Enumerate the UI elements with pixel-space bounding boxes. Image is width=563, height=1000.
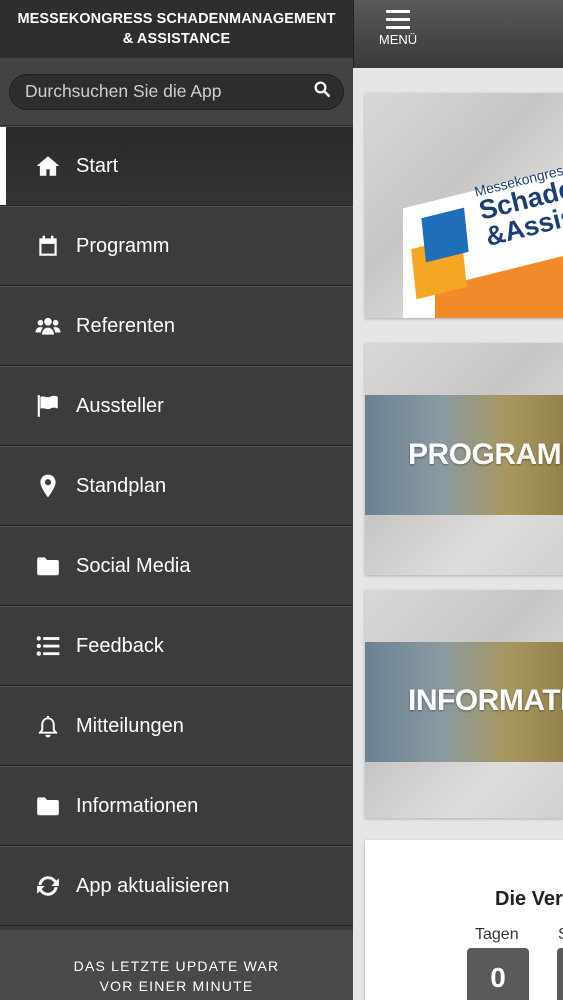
programm-tile[interactable]: PROGRAMM: [365, 343, 563, 575]
search-icon[interactable]: [313, 80, 331, 103]
sidebar-item-label: Referenten: [76, 314, 175, 337]
countdown-widget: Die Ver Tagen S 0: [365, 840, 563, 1000]
menu-button-label: MENÜ: [378, 32, 418, 47]
sidebar-item-programm[interactable]: Programm: [0, 206, 353, 286]
list-icon: [35, 633, 61, 659]
countdown-days-value: 0: [467, 948, 529, 1000]
programm-tile-label: PROGRAMM: [408, 438, 563, 471]
sidebar-menu: MESSEKONGRESS SCHADENMANAGEMENT & ASSIST…: [0, 0, 353, 1000]
last-update-status: DAS LETZTE UPDATE WAR VOR EINER MINUTE: [0, 930, 353, 1000]
map-marker-icon: [35, 473, 61, 499]
sidebar-item-label: Feedback: [76, 634, 164, 657]
bell-icon: [35, 713, 61, 739]
information-tile-label: INFORMATION: [408, 684, 563, 717]
app-title: MESSEKONGRESS SCHADENMANAGEMENT & ASSIST…: [0, 0, 353, 58]
countdown-next-label: S: [558, 926, 563, 944]
main-content: Messekongress Schaden &Assist PROGRAMM I…: [353, 68, 563, 1000]
sidebar-item-app-aktualisieren[interactable]: App aktualisieren: [0, 846, 353, 926]
event-logo: Messekongress Schaden &Assist: [473, 158, 563, 252]
sidebar-item-label: Social Media: [76, 554, 191, 577]
sidebar-item-label: Mitteilungen: [76, 714, 184, 737]
home-icon: [35, 153, 61, 179]
countdown-next-value: [557, 948, 563, 1000]
sidebar-item-label: Standplan: [76, 474, 167, 497]
sidebar-item-mitteilungen[interactable]: Mitteilungen: [0, 686, 353, 766]
flag-icon: [35, 393, 61, 419]
search-input[interactable]: [25, 81, 313, 102]
sidebar-item-label: Programm: [76, 234, 170, 257]
folder-icon: [35, 553, 61, 579]
last-update-line2: VOR EINER MINUTE: [99, 978, 254, 994]
users-icon: [35, 313, 61, 339]
sidebar-item-informationen[interactable]: Informationen: [0, 766, 353, 846]
sidebar-item-label: Informationen: [76, 794, 199, 817]
sidebar-item-referenten[interactable]: Referenten: [0, 286, 353, 366]
information-tile[interactable]: INFORMATION: [365, 590, 563, 818]
search-field[interactable]: [9, 73, 344, 110]
sidebar-item-standplan[interactable]: Standplan: [0, 446, 353, 526]
sidebar-item-start[interactable]: Start: [0, 126, 353, 206]
app-title-line2: & ASSISTANCE: [122, 31, 231, 47]
sidebar-item-label: Aussteller: [76, 394, 164, 417]
countdown-days-label: Tagen: [475, 926, 519, 943]
menu-button[interactable]: MENÜ: [376, 10, 420, 47]
sidebar-item-aussteller[interactable]: Aussteller: [0, 366, 353, 446]
search-bar: [0, 58, 353, 126]
folder-icon: [35, 793, 61, 819]
calendar-icon: [35, 233, 61, 259]
event-logo-tile[interactable]: Messekongress Schaden &Assist: [365, 93, 563, 318]
hamburger-icon: [386, 10, 410, 29]
refresh-icon: [35, 873, 61, 899]
top-bar: MENÜ: [353, 0, 563, 68]
sidebar-item-feedback[interactable]: Feedback: [0, 606, 353, 686]
app-title-line1: MESSEKONGRESS SCHADENMANAGEMENT: [17, 11, 336, 27]
sidebar-item-label: Start: [76, 154, 119, 177]
last-update-line1: DAS LETZTE UPDATE WAR: [73, 958, 280, 974]
sidebar-item-social-media[interactable]: Social Media: [0, 526, 353, 606]
countdown-title: Die Ver: [495, 888, 563, 910]
sidebar-item-label: App aktualisieren: [76, 874, 230, 897]
